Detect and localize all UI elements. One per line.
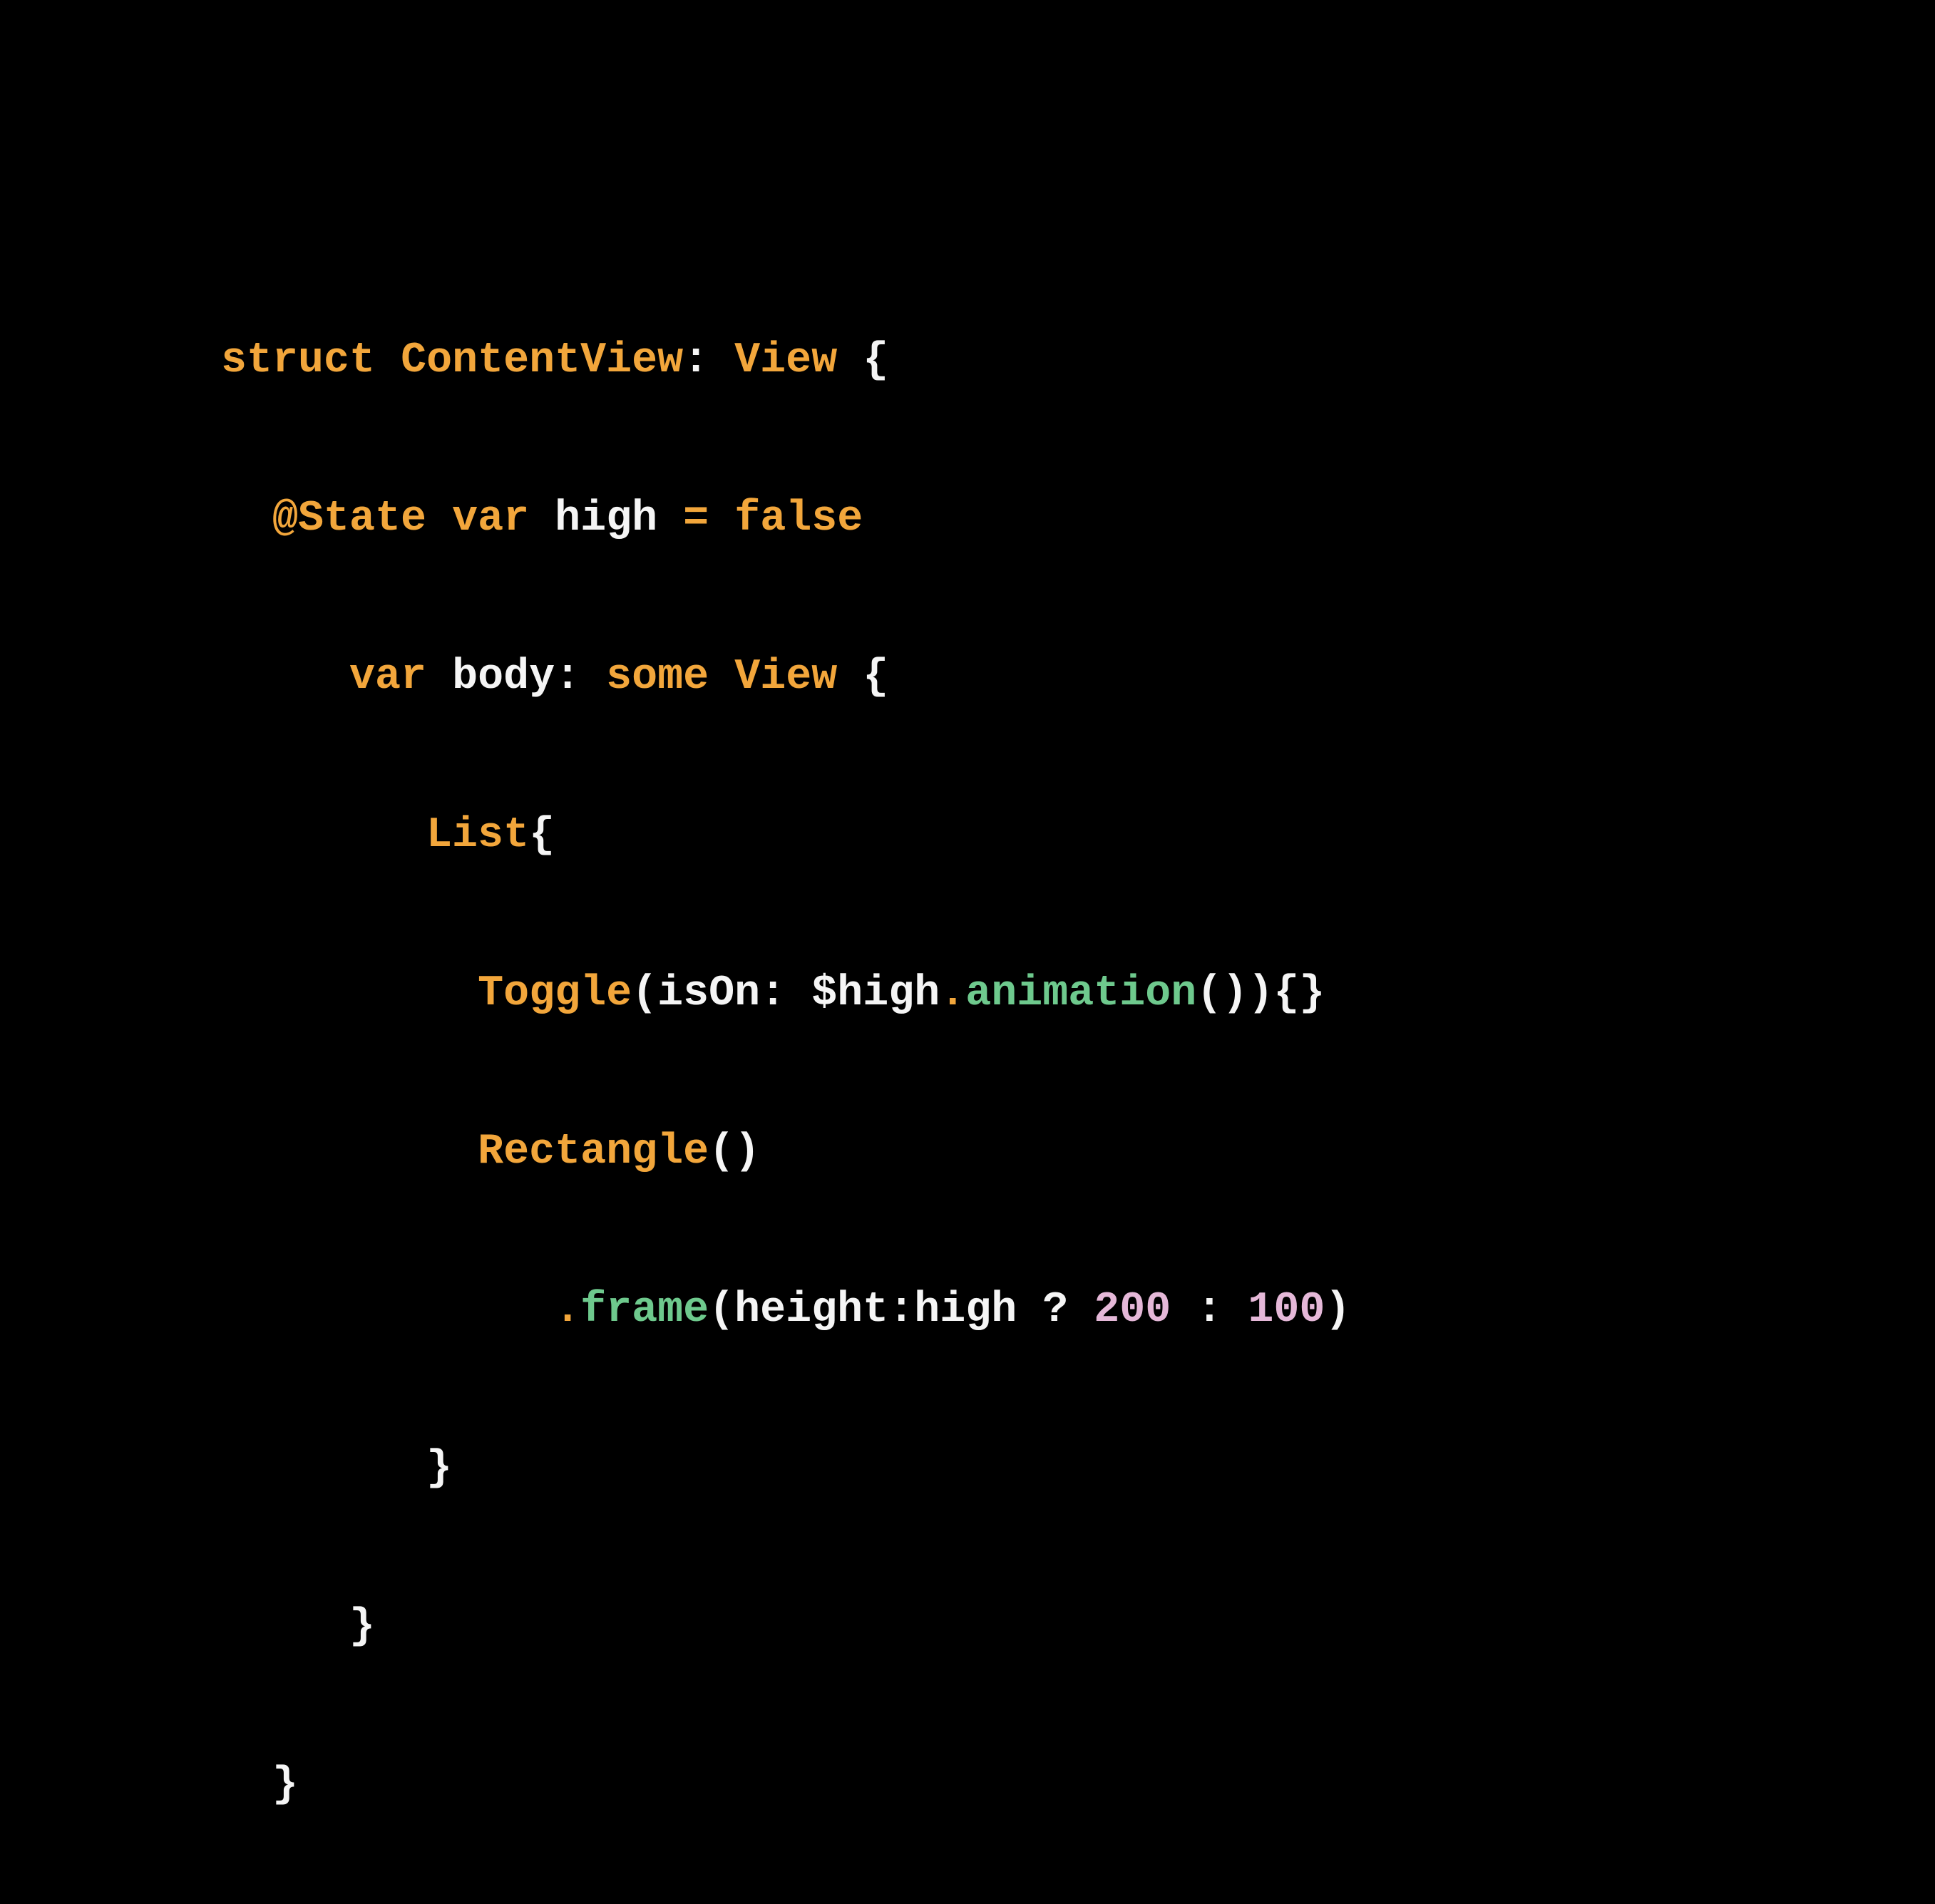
dot: . (555, 1286, 580, 1334)
swift-code-snippet: struct ContentView: View { @State var hi… (221, 242, 1935, 1904)
code-line-4: List{ (221, 796, 1935, 875)
keyword-var: var (349, 653, 426, 701)
param-ison: isOn (657, 969, 760, 1018)
open-paren: ( (709, 1286, 734, 1334)
ternary-colon: : (1196, 1286, 1222, 1334)
code-line-10: } (221, 1746, 1935, 1825)
colon: : (888, 1286, 914, 1334)
code-line-2: @State var high = false (221, 480, 1935, 559)
method-animation: animation (965, 969, 1196, 1018)
identifier-body: body (452, 653, 555, 701)
ternary-q: ? (1042, 1286, 1068, 1334)
func-toggle: Toggle (478, 969, 632, 1018)
code-line-3: var body: some View { (221, 638, 1935, 717)
literal-false: false (734, 495, 863, 543)
code-line-5: Toggle(isOn: $high.animation()){} (221, 954, 1935, 1034)
code-line-7: .frame(height:high ? 200 : 100) (221, 1271, 1935, 1350)
keyword-some: some (606, 653, 709, 701)
code-line-1: struct ContentView: View { (221, 321, 1935, 401)
param-height: height (734, 1286, 888, 1334)
dot: . (940, 969, 965, 1018)
close-paren: ) (1248, 969, 1273, 1018)
open-brace: { (863, 653, 888, 701)
code-line-8: } (221, 1429, 1935, 1508)
close-paren: ) (1325, 1286, 1350, 1334)
identifier-high: high (914, 1286, 1017, 1334)
close-brace: } (426, 1444, 452, 1493)
attr-state: @State (272, 495, 426, 543)
colon: : (683, 336, 709, 385)
parens: () (709, 1128, 760, 1176)
open-paren: ( (632, 969, 657, 1018)
code-line-9: } (221, 1587, 1935, 1667)
number-200: 200 (1094, 1286, 1171, 1334)
keyword-var: var (452, 495, 529, 543)
keyword-struct: struct (221, 336, 375, 385)
colon: : (555, 653, 580, 701)
func-list: List (426, 811, 529, 860)
open-brace: { (529, 811, 555, 860)
close-brace: } (349, 1602, 375, 1651)
braces: {} (1273, 969, 1325, 1018)
func-rectangle: Rectangle (478, 1128, 709, 1176)
parens: () (1196, 969, 1248, 1018)
method-frame: frame (580, 1286, 709, 1334)
colon: : (760, 969, 786, 1018)
close-brace: } (272, 1761, 298, 1809)
type-view: View (734, 653, 837, 701)
binding-high: $high (811, 969, 940, 1018)
identifier-high: high (555, 495, 657, 543)
operator-equals: = (683, 495, 709, 543)
open-brace: { (863, 336, 888, 385)
type-view: View (734, 336, 837, 385)
number-100: 100 (1248, 1286, 1325, 1334)
code-line-6: Rectangle() (221, 1113, 1935, 1192)
type-contentview: ContentView (401, 336, 683, 385)
